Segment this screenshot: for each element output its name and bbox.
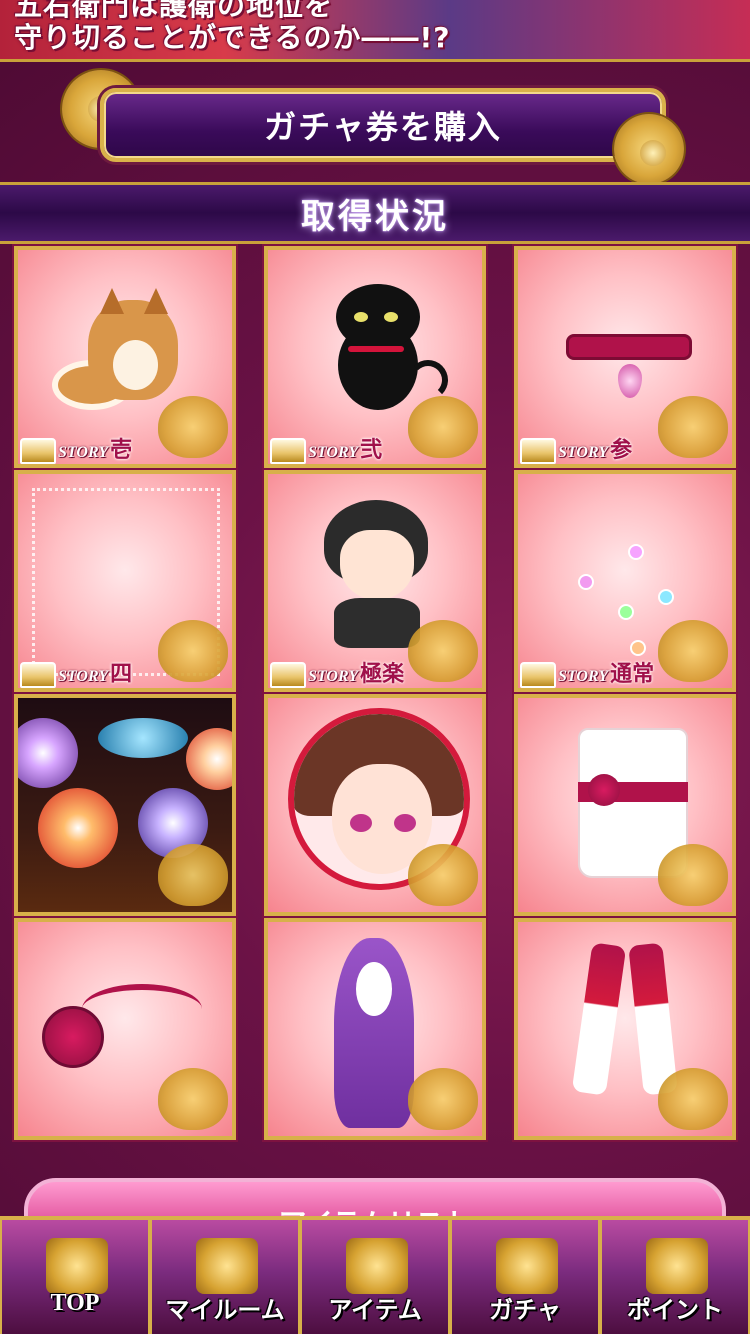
acquisition-status-header: 取得状況 xyxy=(0,182,750,244)
moon-flower-icon xyxy=(646,1238,708,1294)
tab-label: マイルーム xyxy=(165,1298,285,1324)
gold-flower-icon xyxy=(658,620,728,682)
item-card[interactable] xyxy=(14,694,236,916)
item-card[interactable]: STORY 極楽 xyxy=(264,470,486,692)
item-card[interactable]: STORY 弐 xyxy=(264,246,486,468)
gold-flower-icon xyxy=(408,1068,478,1130)
pouch-icon xyxy=(346,1238,408,1294)
story-badge: STORY 弐 xyxy=(270,430,382,464)
gold-flower-icon xyxy=(408,844,478,906)
story-badge: STORY 極楽 xyxy=(270,654,404,688)
gold-flower-icon xyxy=(658,1068,728,1130)
bottom-tab-bar: TOP マイルーム アイテム ガチャ ポイント xyxy=(0,1216,750,1334)
section-title: 取得状況 xyxy=(301,196,449,237)
story-number: 壱 xyxy=(110,438,133,463)
crane-icon xyxy=(196,1238,258,1294)
gold-flower-icon xyxy=(408,396,478,458)
item-card[interactable] xyxy=(14,918,236,1140)
gold-flower-icon xyxy=(658,396,728,458)
item-card[interactable]: STORY 参 xyxy=(514,246,736,468)
story-label: STORY xyxy=(558,668,609,685)
story-number: 極楽 xyxy=(360,662,405,687)
item-card[interactable] xyxy=(514,918,736,1140)
item-card[interactable]: STORY 四 xyxy=(14,470,236,692)
item-card[interactable] xyxy=(514,694,736,916)
tab-label: ガチャ xyxy=(489,1298,561,1324)
gold-flower-icon xyxy=(158,844,228,906)
tab-point[interactable]: ポイント xyxy=(600,1220,750,1334)
story-badge: STORY 通常 xyxy=(520,654,654,688)
item-card[interactable] xyxy=(264,918,486,1140)
book-icon xyxy=(520,438,556,464)
book-icon xyxy=(20,438,56,464)
story-label: STORY xyxy=(308,668,359,685)
story-label: STORY xyxy=(558,444,609,461)
castle-icon xyxy=(46,1238,108,1294)
book-icon xyxy=(20,662,56,688)
tab-top[interactable]: TOP xyxy=(0,1220,150,1334)
tab-my-room[interactable]: マイルーム xyxy=(150,1220,300,1334)
tab-item[interactable]: アイテム xyxy=(300,1220,450,1334)
story-label: STORY xyxy=(308,444,359,461)
gold-flower-icon xyxy=(158,620,228,682)
story-badge: STORY 四 xyxy=(20,654,132,688)
item-card[interactable]: STORY 通常 xyxy=(514,470,736,692)
story-badge: STORY 参 xyxy=(520,430,632,464)
tab-label: アイテム xyxy=(328,1298,422,1324)
tab-label: ポイント xyxy=(627,1298,723,1324)
tab-label: TOP xyxy=(50,1290,100,1316)
story-number: 通常 xyxy=(610,662,655,687)
story-number: 参 xyxy=(610,438,633,463)
story-label: STORY xyxy=(58,668,109,685)
story-banner: 五右衛門は護衛の地位を 守り切ることができるのか――!? xyxy=(0,0,750,62)
gold-flower-icon xyxy=(158,1068,228,1130)
story-badge: STORY 壱 xyxy=(20,430,132,464)
book-icon xyxy=(520,662,556,688)
buy-gacha-ticket-button[interactable]: ガチャ券を購入 xyxy=(100,88,666,162)
gold-flower-icon xyxy=(158,396,228,458)
story-number: 四 xyxy=(110,662,133,687)
banner-line-2: 守り切ることができるのか――!? xyxy=(14,21,451,54)
gacha-status-page: 五右衛門は護衛の地位を 守り切ることができるのか――!? ガチャ券を購入 取得状… xyxy=(0,0,750,1334)
gold-flower-icon xyxy=(408,620,478,682)
purchase-area: ガチャ券を購入 xyxy=(58,70,698,184)
story-label: STORY xyxy=(58,444,109,461)
book-icon xyxy=(270,662,306,688)
flower-crest-icon xyxy=(496,1238,558,1294)
gold-flower-icon xyxy=(658,844,728,906)
item-card[interactable]: STORY 壱 xyxy=(14,246,236,468)
item-card[interactable] xyxy=(264,694,486,916)
tab-gacha[interactable]: ガチャ xyxy=(450,1220,600,1334)
story-number: 弐 xyxy=(360,438,383,463)
book-icon xyxy=(270,438,306,464)
gold-flower-icon xyxy=(614,114,684,184)
